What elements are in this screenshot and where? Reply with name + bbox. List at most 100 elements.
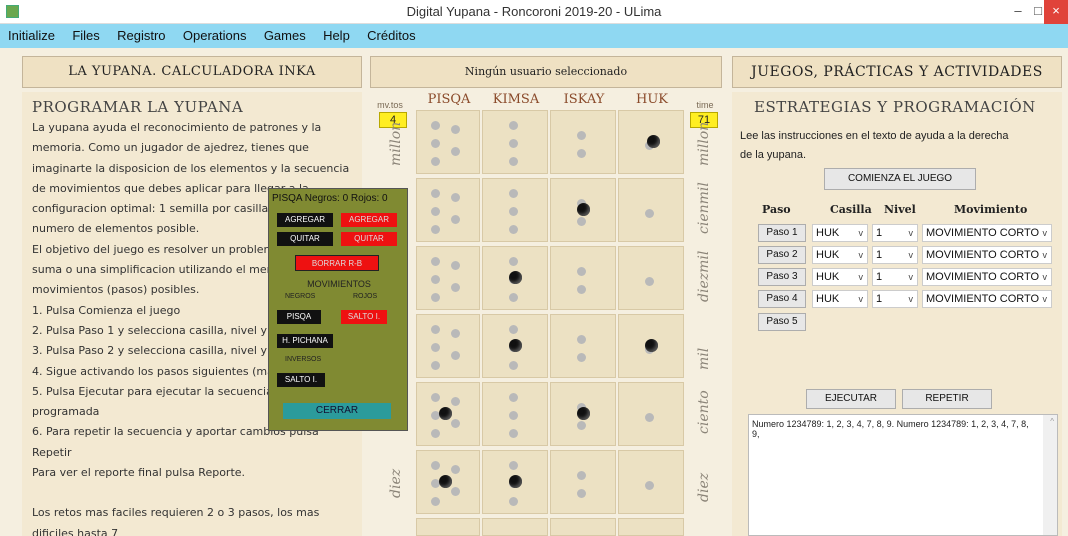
- grey-seed: [577, 335, 586, 344]
- menu-files[interactable]: Files: [65, 24, 106, 48]
- yupana-cell[interactable]: [416, 382, 480, 446]
- yupana-cell[interactable]: [482, 110, 548, 174]
- menu-help[interactable]: Help: [316, 24, 357, 48]
- black-seed[interactable]: [509, 271, 522, 284]
- repetir-button[interactable]: REPETIR: [902, 389, 992, 409]
- menu-bar: Initialize Files Registro Operations Gam…: [0, 24, 1068, 48]
- window-title: Digital Yupana - Roncoroni 2019-20 - ULi…: [406, 4, 662, 19]
- yupana-cell[interactable]: [482, 450, 548, 514]
- yupana-cell[interactable]: [482, 178, 548, 242]
- cerrar-button[interactable]: CERRAR: [283, 403, 391, 419]
- scroll-up-icon[interactable]: ^: [1050, 417, 1054, 426]
- yupana-cell[interactable]: [416, 110, 480, 174]
- casilla-select-2[interactable]: HUK v: [812, 246, 868, 264]
- grey-seed: [577, 149, 586, 158]
- yupana-cell[interactable]: [550, 518, 616, 536]
- yupana-cell[interactable]: [618, 450, 684, 514]
- yupana-cell[interactable]: [416, 518, 480, 536]
- center-panel-header: Ningún usuario seleccionado: [370, 56, 722, 88]
- yupana-cell[interactable]: [550, 110, 616, 174]
- right-heading: ESTRATEGIAS Y PROGRAMACIÓN: [754, 98, 1036, 116]
- paso-5-button[interactable]: Paso 5: [758, 313, 806, 331]
- menu-operations[interactable]: Operations: [176, 24, 254, 48]
- menu-registro[interactable]: Registro: [110, 24, 172, 48]
- movimiento-select-3[interactable]: MOVIMIENTO CORTO v: [922, 268, 1052, 286]
- chevron-down-icon: v: [858, 228, 864, 238]
- black-seed[interactable]: [439, 475, 452, 488]
- grey-seed: [577, 131, 586, 140]
- close-icon[interactable]: ×: [1044, 0, 1068, 24]
- output-textarea[interactable]: Numero 1234789: 1, 2, 3, 4, 7, 8, 9. Num…: [748, 414, 1058, 536]
- paso-1-button[interactable]: Paso 1: [758, 224, 806, 242]
- yupana-cell[interactable]: [550, 382, 616, 446]
- yupana-cell[interactable]: [482, 382, 548, 446]
- pisqa-popup: PISQA Negros: 0 Rojos: 0 AGREGAR AGREGAR…: [268, 188, 408, 431]
- casilla-select-4[interactable]: HUK v: [812, 290, 868, 308]
- menu-creditos[interactable]: Créditos: [360, 24, 422, 48]
- chevron-down-icon: v: [1042, 228, 1048, 238]
- quitar-black-button[interactable]: QUITAR: [277, 232, 333, 246]
- rojos-label: ROJOS: [353, 293, 378, 300]
- h-pichana-button[interactable]: H. PICHANA: [277, 334, 333, 348]
- yupana-cell[interactable]: [618, 246, 684, 310]
- menu-initialize[interactable]: Initialize: [0, 24, 62, 48]
- ejecutar-button[interactable]: EJECUTAR: [806, 389, 896, 409]
- movimiento-select-1[interactable]: MOVIMIENTO CORTO v: [922, 224, 1052, 242]
- yupana-cell[interactable]: [550, 246, 616, 310]
- yupana-cell[interactable]: [618, 518, 684, 536]
- yupana-cell[interactable]: [618, 314, 684, 378]
- salto-red-button[interactable]: SALTO I.: [341, 310, 387, 324]
- nivel-select-4[interactable]: 1v: [872, 290, 918, 308]
- grey-seed: [451, 215, 460, 224]
- nivel-select-1[interactable]: 1v: [872, 224, 918, 242]
- yupana-cell[interactable]: [550, 450, 616, 514]
- yupana-cell[interactable]: [482, 518, 548, 536]
- chevron-down-icon: v: [858, 294, 864, 304]
- menu-games[interactable]: Games: [257, 24, 313, 48]
- negros-label: NEGROS: [285, 293, 316, 300]
- casilla-select-1[interactable]: HUK v: [812, 224, 868, 242]
- nivel-select-2[interactable]: 1v: [872, 246, 918, 264]
- movimiento-select-2[interactable]: MOVIMIENTO CORTO v: [922, 246, 1052, 264]
- yupana-cell[interactable]: [482, 246, 548, 310]
- grey-seed: [577, 285, 586, 294]
- yupana-cell[interactable]: [416, 450, 480, 514]
- yupana-cell[interactable]: [618, 382, 684, 446]
- black-seed[interactable]: [439, 407, 452, 420]
- comienza-juego-button[interactable]: COMIENZA EL JUEGO: [824, 168, 976, 190]
- black-seed[interactable]: [577, 203, 590, 216]
- yupana-cell[interactable]: [416, 178, 480, 242]
- paso-3-button[interactable]: Paso 3: [758, 268, 806, 286]
- yupana-cell[interactable]: [550, 314, 616, 378]
- row-label-right: ciento: [696, 390, 712, 434]
- pisqa-move-button[interactable]: PISQA: [277, 310, 321, 324]
- agregar-black-button[interactable]: AGREGAR: [277, 213, 333, 227]
- black-seed[interactable]: [509, 475, 522, 488]
- borrar-button[interactable]: BORRAR R-B: [295, 255, 379, 271]
- yupana-cell[interactable]: [618, 110, 684, 174]
- grey-seed: [645, 277, 654, 286]
- black-seed[interactable]: [645, 339, 658, 352]
- movimiento-select-4[interactable]: MOVIMIENTO CORTO v: [922, 290, 1052, 308]
- scrollbar[interactable]: [1043, 415, 1057, 535]
- agregar-red-button[interactable]: AGREGAR: [341, 213, 397, 227]
- yupana-board: mv.tos 4 time 71 PISQA KIMSA ISKAY HUK m…: [370, 92, 722, 536]
- grey-seed: [509, 189, 518, 198]
- yupana-cell[interactable]: [618, 178, 684, 242]
- yupana-cell[interactable]: [416, 246, 480, 310]
- black-seed[interactable]: [577, 407, 590, 420]
- yupana-cell[interactable]: [416, 314, 480, 378]
- black-seed[interactable]: [509, 339, 522, 352]
- casilla-select-3[interactable]: HUK v: [812, 268, 868, 286]
- chevron-down-icon: v: [1042, 294, 1048, 304]
- salto-black-button[interactable]: SALTO I.: [277, 373, 325, 387]
- yupana-cell[interactable]: [482, 314, 548, 378]
- paso-2-button[interactable]: Paso 2: [758, 246, 806, 264]
- black-seed[interactable]: [647, 135, 660, 148]
- grey-seed: [431, 293, 440, 302]
- nivel-select-3[interactable]: 1v: [872, 268, 918, 286]
- yupana-cell[interactable]: [550, 178, 616, 242]
- paso-4-button[interactable]: Paso 4: [758, 290, 806, 308]
- quitar-red-button[interactable]: QUITAR: [341, 232, 397, 246]
- grey-seed: [451, 351, 460, 360]
